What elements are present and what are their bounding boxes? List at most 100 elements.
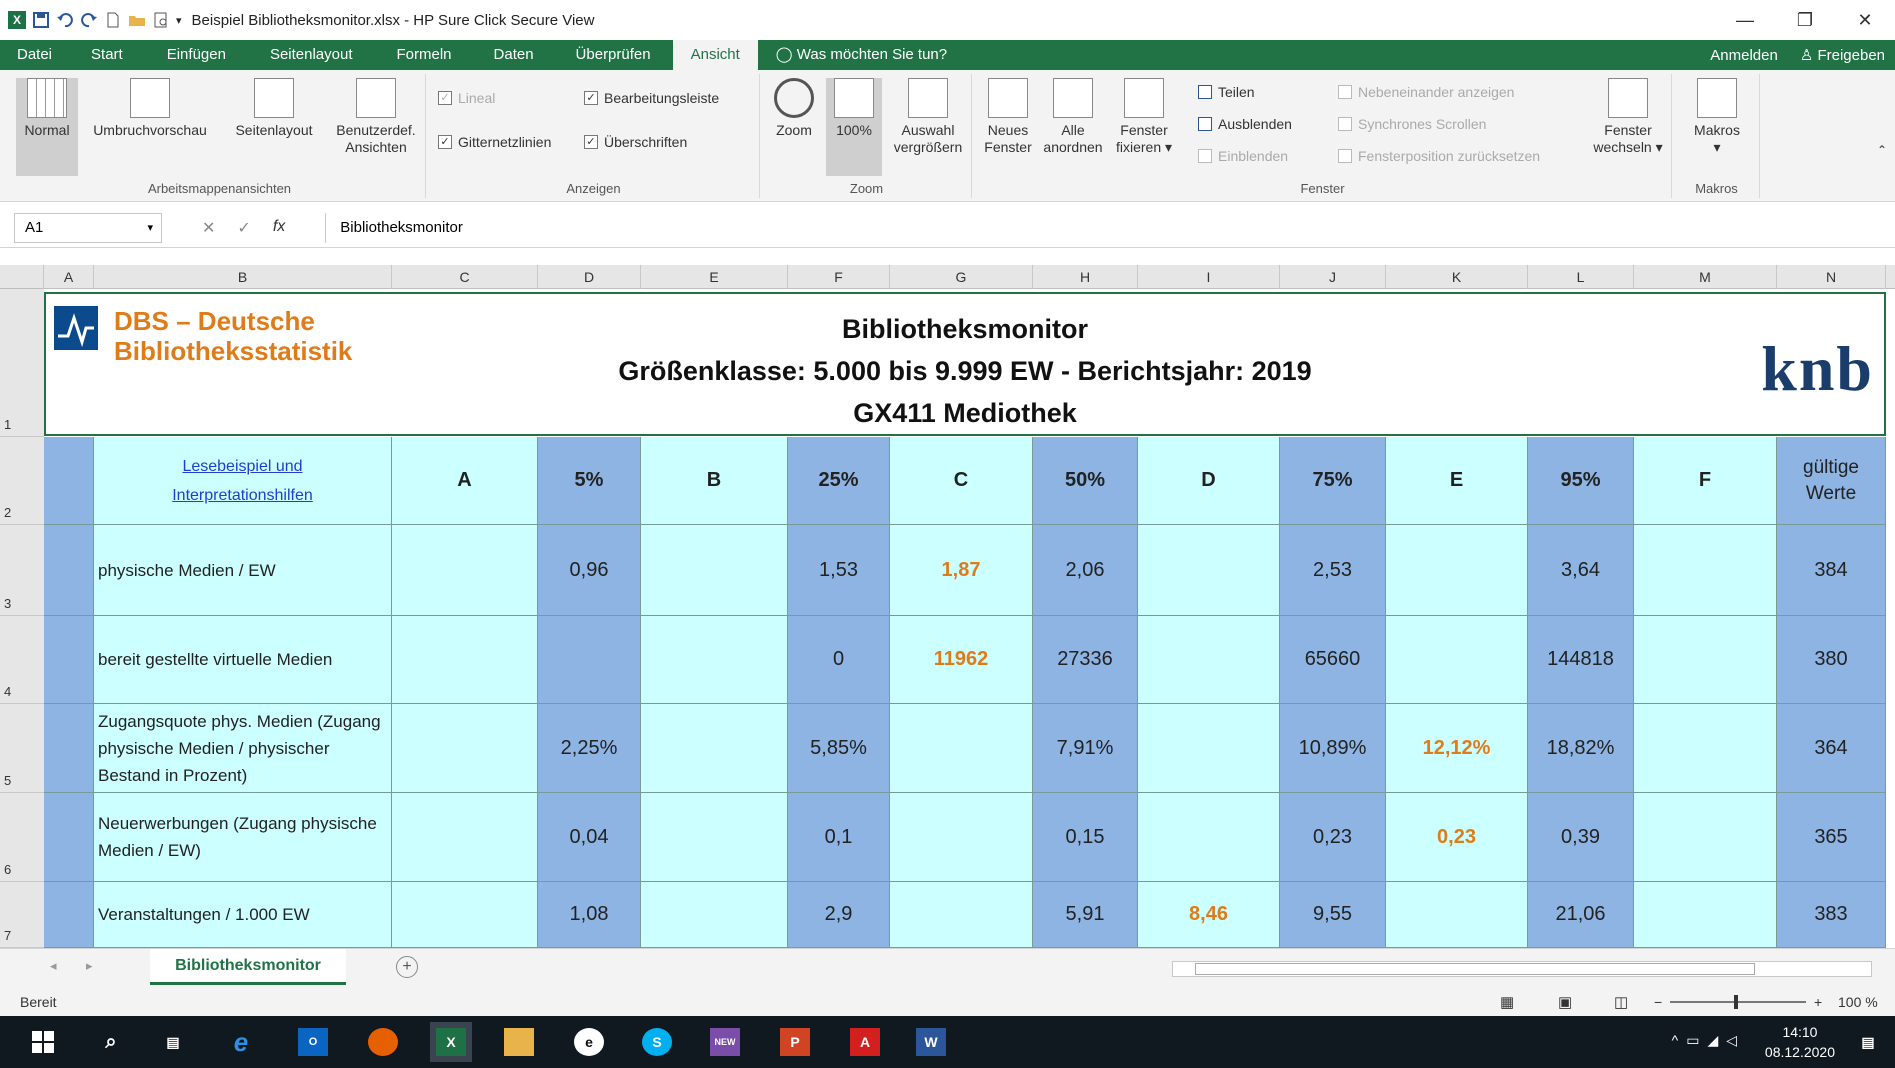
tab-datei[interactable]: Datei [0,40,69,70]
app-circle-icon[interactable]: e [574,1028,604,1056]
value-cell[interactable] [641,616,788,704]
tab-formeln[interactable]: Formeln [375,40,474,70]
taskbar-clock[interactable]: 14:10 08.12.2020 [1765,1022,1835,1062]
ueberschriften-checkbox[interactable]: ✓ Überschriften [584,134,687,150]
tab-daten[interactable]: Daten [474,40,554,70]
split-button[interactable]: Teilen [1198,84,1255,100]
row-label[interactable]: bereit gestellte virtuelle Medien [94,616,392,704]
value-cell[interactable] [538,616,641,704]
value-cell[interactable] [1634,525,1777,616]
sheet-tab-bibliotheksmonitor[interactable]: Bibliotheksmonitor [150,949,346,985]
value-cell[interactable] [1634,704,1777,793]
header-cell[interactable]: gültige Werte [1777,437,1886,525]
tab-start[interactable]: Start [69,40,145,70]
value-cell[interactable] [1386,525,1528,616]
value-cell[interactable] [1634,882,1777,948]
value-cell[interactable]: 0,96 [538,525,641,616]
bearbeitungsleiste-checkbox[interactable]: ✓ Bearbeitungsleiste [584,90,719,106]
signin-link[interactable]: Anmelden [1710,47,1778,64]
report-banner[interactable]: DBS – Deutsche Bibliotheksstatistik Bibl… [44,292,1886,436]
battery-icon[interactable]: ▭ [1686,1032,1707,1048]
value-cell[interactable]: 2,25% [538,704,641,793]
value-cell[interactable] [1386,616,1528,704]
cell-a5[interactable] [44,704,94,793]
header-cell[interactable]: B [641,437,788,525]
column-header-d[interactable]: D [538,265,641,289]
column-header-j[interactable]: J [1280,265,1386,289]
column-header-k[interactable]: K [1386,265,1528,289]
column-header-m[interactable]: M [1634,265,1777,289]
value-cell[interactable] [392,793,538,882]
value-cell[interactable]: 383 [1777,882,1886,948]
row-label[interactable]: Veranstaltungen / 1.000 EW [94,882,392,948]
cell-a4[interactable] [44,616,94,704]
value-cell[interactable]: 364 [1777,704,1886,793]
undo-icon[interactable] [56,11,74,29]
value-cell[interactable]: 1,08 [538,882,641,948]
save-icon[interactable] [32,11,50,29]
search-icon[interactable]: ⌕ [96,1028,126,1056]
value-cell[interactable] [392,525,538,616]
value-cell[interactable] [890,793,1033,882]
new-window-button[interactable]: Neues Fenster [978,78,1038,156]
value-cell[interactable]: 380 [1777,616,1886,704]
row-header-1[interactable]: 1 [0,289,44,437]
column-header-a[interactable]: A [44,265,94,289]
value-cell[interactable]: 0,39 [1528,793,1634,882]
notifications-icon[interactable]: ▤ [1853,1028,1883,1056]
column-header-l[interactable]: L [1528,265,1634,289]
value-cell[interactable]: 384 [1777,525,1886,616]
header-cell[interactable]: D [1138,437,1280,525]
cell-a6[interactable] [44,793,94,882]
header-cell[interactable]: 50% [1033,437,1138,525]
value-cell[interactable]: 0 [788,616,890,704]
zoom-out-icon[interactable]: − [1654,994,1662,1010]
zoom-100-button[interactable]: 100% [826,78,882,176]
value-cell[interactable]: 9,55 [1280,882,1386,948]
value-cell[interactable]: 0,15 [1033,793,1138,882]
excel-taskbar-icon[interactable]: X [430,1022,472,1062]
scroll-left-icon[interactable]: ◂ [50,958,57,974]
header-cell[interactable]: 25% [788,437,890,525]
zoom-level[interactable]: 100 % [1838,994,1878,1010]
firefox-icon[interactable] [368,1028,398,1056]
share-button[interactable]: ♙ Freigeben [1800,46,1885,64]
header-cell[interactable]: C [890,437,1033,525]
zoom-in-icon[interactable]: + [1814,994,1822,1010]
arrange-all-button[interactable]: Alle anordnen [1040,78,1106,156]
normal-view-status-icon[interactable]: ▦ [1500,993,1514,1011]
zoom-button[interactable]: Zoom [766,78,822,139]
scrollbar-thumb[interactable] [1195,963,1755,975]
value-cell[interactable]: 1,87 [890,525,1033,616]
volume-icon[interactable]: ◁ [1726,1032,1745,1048]
value-cell[interactable] [392,616,538,704]
new-file-icon[interactable] [104,11,122,29]
header-cell[interactable]: E [1386,437,1528,525]
zoom-slider[interactable] [1670,995,1806,1009]
value-cell[interactable] [1138,616,1280,704]
value-cell[interactable]: 7,91% [1033,704,1138,793]
network-icon[interactable]: ◢ [1707,1032,1726,1048]
row-label[interactable]: Neuerwerbungen (Zugang physische Medien … [94,793,392,882]
header-cell[interactable]: 95% [1528,437,1634,525]
value-cell[interactable]: 3,64 [1528,525,1634,616]
column-header-c[interactable]: C [392,265,538,289]
value-cell[interactable]: 10,89% [1280,704,1386,793]
row-header-2[interactable]: 2 [0,437,44,525]
value-cell[interactable]: 5,91 [1033,882,1138,948]
value-cell[interactable]: 2,9 [788,882,890,948]
minimize-icon[interactable]: — [1715,0,1775,40]
skype-icon[interactable]: S [642,1028,672,1056]
value-cell[interactable]: 144818 [1528,616,1634,704]
tab-seitenlayout[interactable]: Seitenlayout [248,40,375,70]
hide-button[interactable]: Ausblenden [1198,116,1292,132]
gitternetzlinien-checkbox[interactable]: ✓ Gitternetzlinien [438,134,551,150]
value-cell[interactable] [641,793,788,882]
column-header-e[interactable]: E [641,265,788,289]
value-cell[interactable]: 12,12% [1386,704,1528,793]
value-cell[interactable] [641,525,788,616]
row-label[interactable]: physische Medien / EW [94,525,392,616]
value-cell[interactable] [1386,882,1528,948]
header-cell[interactable]: A [392,437,538,525]
header-cell[interactable]: 5% [538,437,641,525]
